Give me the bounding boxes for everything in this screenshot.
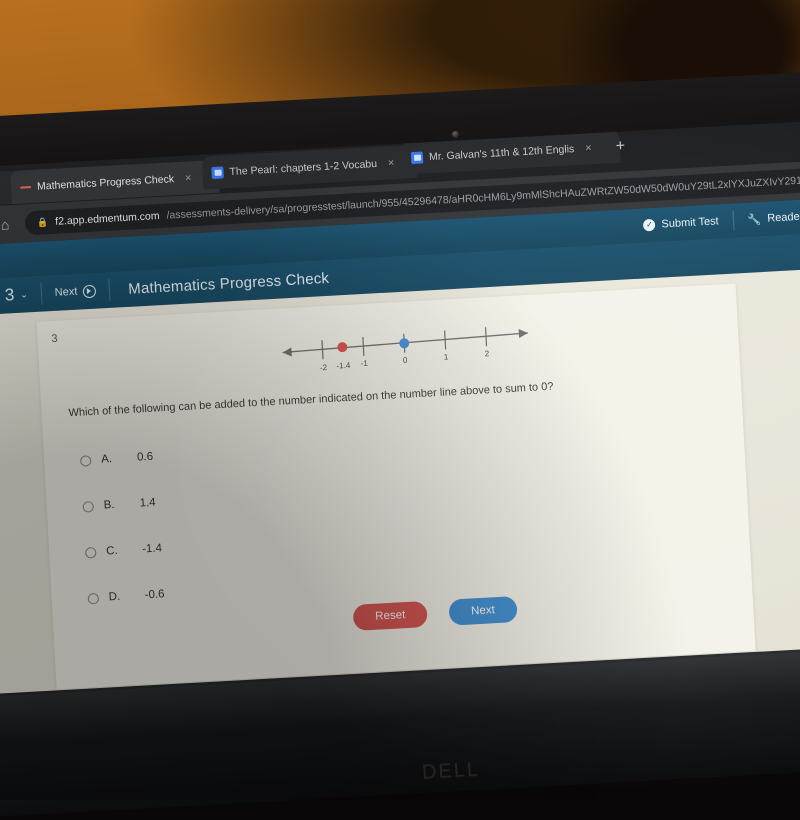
radio-button[interactable] <box>79 454 92 467</box>
choice-value: -0.6 <box>144 588 165 602</box>
choice-letter: A. <box>100 453 113 466</box>
next-question-button[interactable]: Next <box>41 272 111 312</box>
close-icon[interactable]: × <box>585 142 592 154</box>
tick-label: -1.4 <box>336 361 351 371</box>
wrench-icon: 🔧 <box>747 213 762 227</box>
url-host: f2.app.edmentum.com <box>54 210 160 228</box>
document-icon <box>410 150 424 164</box>
assessment-title: Mathematics Progress Check <box>127 269 330 298</box>
choice-letter: B. <box>103 498 115 512</box>
choice-value: 0.6 <box>136 450 154 464</box>
tick-label: 1 <box>444 352 449 361</box>
laptop-brand-logo: DELL <box>421 758 481 784</box>
close-icon[interactable]: × <box>388 157 395 169</box>
question-selector-dropdown[interactable]: 3 ⌄ <box>0 276 42 315</box>
right-arrow-icon <box>518 328 528 338</box>
question-number-label: 3 <box>51 332 58 346</box>
next-label: Next <box>54 285 78 299</box>
new-tab-button[interactable]: + <box>615 137 625 155</box>
radio-button[interactable] <box>84 546 97 559</box>
tab-title: Mr. Galvan's 11th & 12th Englis <box>428 142 575 163</box>
point-marker-blue <box>399 338 410 349</box>
radio-button[interactable] <box>82 500 95 513</box>
arrow-right-circle-icon <box>82 284 97 298</box>
reader-tools-label: Reader Tools <box>766 209 800 225</box>
point-marker-red <box>337 342 348 353</box>
choice-value: -1.4 <box>141 542 163 556</box>
submit-test-button[interactable]: ✓ Submit Test <box>629 211 733 237</box>
choice-letter: C. <box>105 544 119 558</box>
check-circle-icon: ✓ <box>643 218 656 232</box>
home-icon[interactable]: ⌂ <box>0 216 16 233</box>
tick-label: -2 <box>320 363 328 372</box>
chevron-down-icon: ⌄ <box>19 288 29 300</box>
tab-title: The Pearl: chapters 1-2 Vocabu <box>229 157 378 178</box>
laptop-screen: Clever | Portal × Mathematics Progress C… <box>0 119 800 735</box>
left-arrow-icon <box>282 347 292 357</box>
submit-test-label: Submit Test <box>661 215 720 231</box>
choice-value: 1.4 <box>139 496 156 510</box>
tick-label: 2 <box>484 349 489 358</box>
choice-letter: D. <box>108 590 121 604</box>
current-question-number: 3 <box>4 285 15 305</box>
document-icon <box>211 165 224 179</box>
close-icon[interactable]: × <box>185 172 192 184</box>
question-card: 3 -2 -1.4 -1 0 1 2 Which of the followin… <box>36 283 756 690</box>
tick-label: -1 <box>360 359 368 368</box>
next-button[interactable]: Next <box>448 596 518 626</box>
tab-title: Mathematics Progress Check <box>36 172 175 193</box>
dash-icon <box>20 185 32 189</box>
answer-choice-list: A. 0.6 B. 1.4 C. -1.4 D. -0.6 <box>79 410 588 621</box>
tick-label: 0 <box>403 356 408 365</box>
lock-icon: 🔒 <box>36 216 49 228</box>
reader-tools-button[interactable]: 🔧 Reader Tools <box>732 204 800 231</box>
radio-button[interactable] <box>87 592 100 605</box>
number-line-figure: -2 -1.4 -1 0 1 2 <box>282 327 528 372</box>
reset-button[interactable]: Reset <box>352 600 428 631</box>
